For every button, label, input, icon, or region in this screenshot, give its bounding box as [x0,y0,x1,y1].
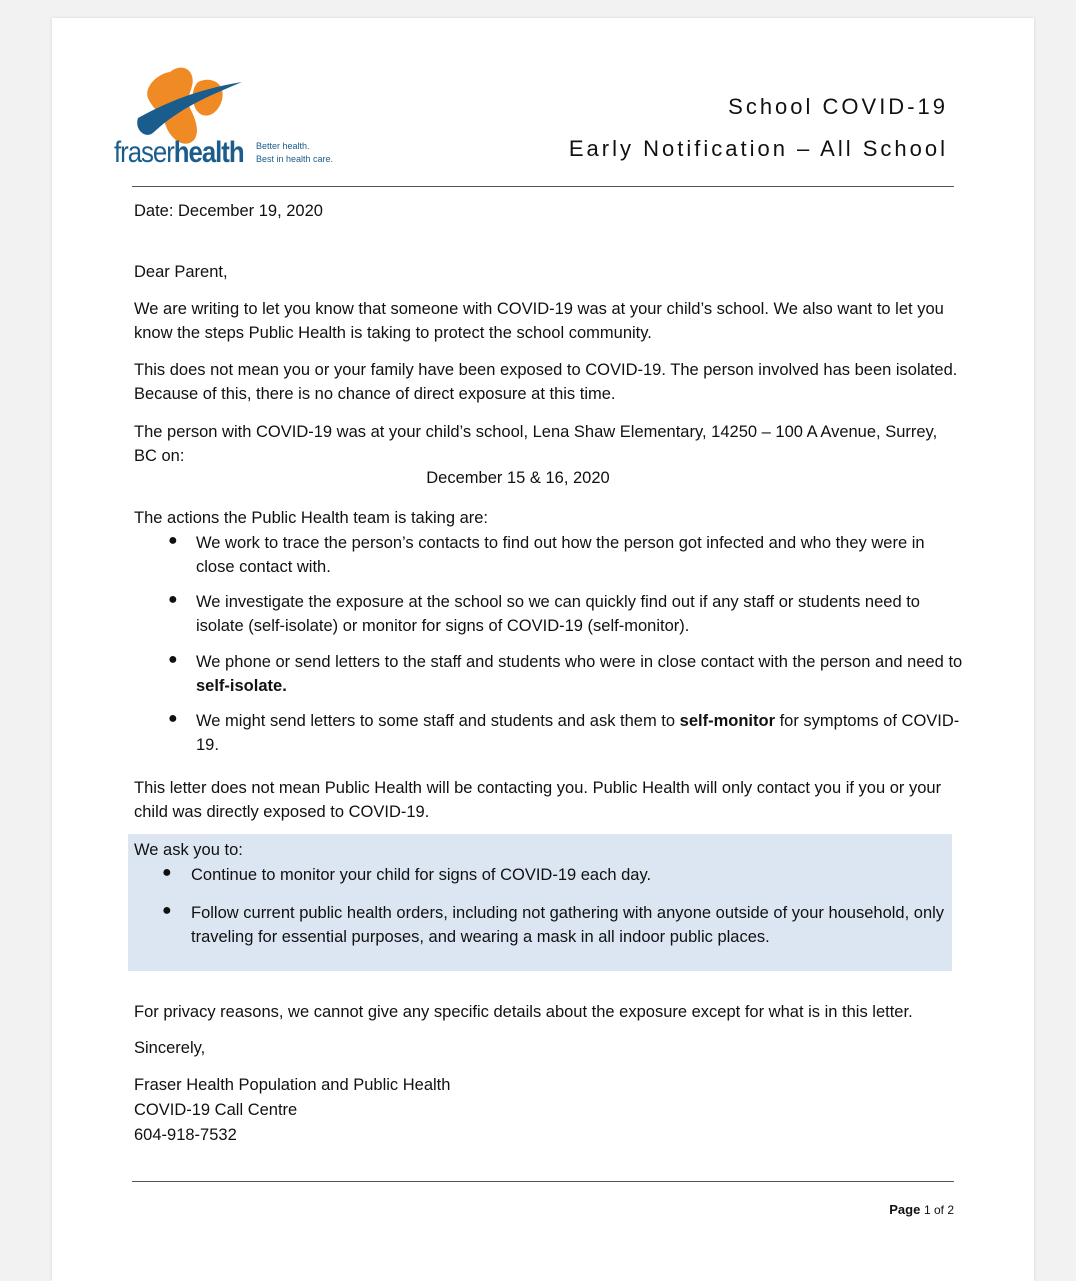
paragraph-3: The person with COVID-19 was at your chi… [134,423,938,465]
action-item-4: We might send letters to some staff and … [196,712,960,754]
letter-page: fraserhealth Better health. Best in heal… [52,18,1034,1281]
signature-line-2: COVID-19 Call Centre [134,1101,298,1119]
paragraph-1: We are writing to let you know that some… [134,300,944,342]
bullet-icon: ● [168,651,178,668]
letter-closing: Sincerely, [134,1039,206,1057]
action-item-1: We work to trace the person’s contacts t… [196,534,925,576]
document-subtitle: Early Notification – All School [568,136,948,161]
footer-divider [132,1181,954,1182]
header-divider [132,186,954,187]
letter-greeting: Dear Parent, [134,263,228,281]
action-item-3: We phone or send letters to the staff an… [196,653,963,695]
paragraph-2: This does not mean you or your family ha… [134,361,958,403]
brand-tagline: Better health. Best in health care. [256,140,333,166]
signature-line-1: Fraser Health Population and Public Heal… [134,1076,451,1094]
tagline-line-2: Best in health care. [256,154,334,164]
document-title: School COVID-19 [728,94,948,119]
tagline-line-1: Better health. [256,141,310,151]
ask-intro: We ask you to: [134,841,243,859]
paragraph-4: This letter does not mean Public Health … [134,779,942,821]
bullet-icon: ● [168,591,178,608]
page-indicator: Page 1 of 2 [889,1202,954,1217]
bullet-icon: ● [162,902,172,919]
action-item-2: We investigate the exposure at the schoo… [196,593,920,635]
letter-date: Date: December 19, 2020 [134,202,323,220]
brand-wordmark: fraserhealth [114,136,245,169]
ask-item-2: Follow current public health orders, inc… [191,904,945,946]
exposure-dates: December 15 & 16, 2020 [426,469,610,487]
ask-item-1: Continue to monitor your child for signs… [191,866,652,884]
bullet-icon: ● [168,532,178,549]
actions-intro: The actions the Public Health team is ta… [134,509,489,527]
privacy-note: For privacy reasons, we cannot give any … [134,1003,913,1021]
signature-phone: 604-918-7532 [134,1126,237,1144]
bullet-icon: ● [162,864,172,881]
bullet-icon: ● [168,710,178,727]
